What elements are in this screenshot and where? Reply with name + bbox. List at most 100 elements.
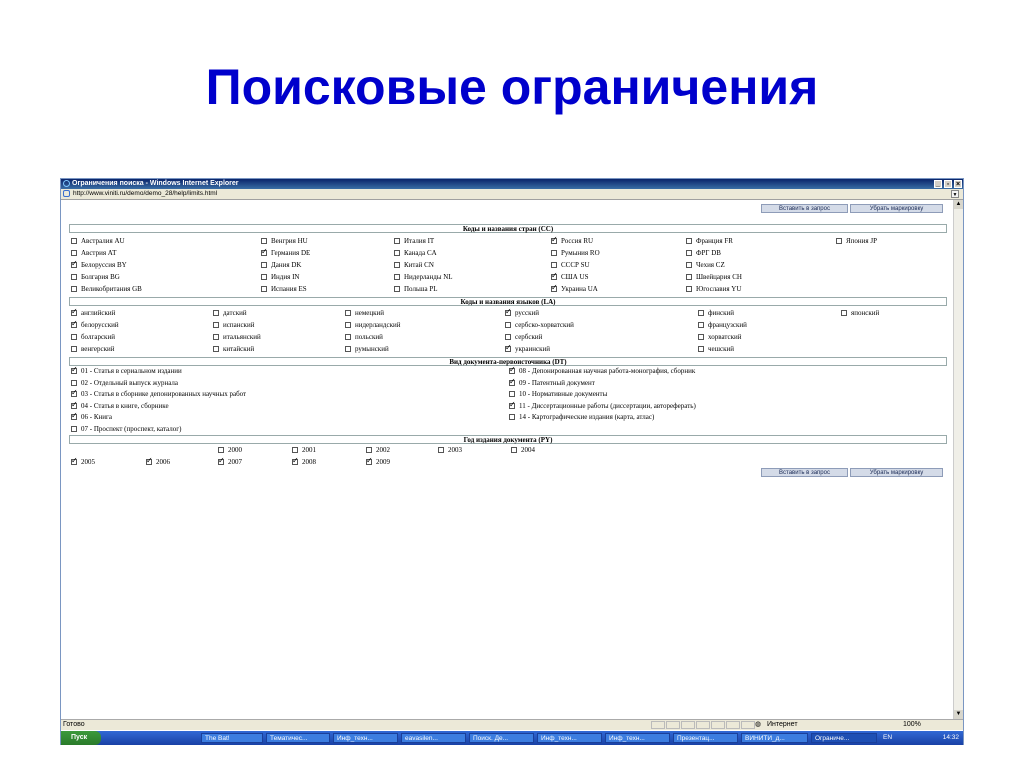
checkbox-unchecked-icon[interactable] bbox=[261, 274, 267, 280]
countries-option[interactable]: США US bbox=[551, 271, 588, 282]
checkbox-unchecked-icon[interactable] bbox=[686, 238, 692, 244]
checkbox-unchecked-icon[interactable] bbox=[551, 262, 557, 268]
url-text[interactable]: http://www.viniti.ru/demo/demo_28/help/l… bbox=[73, 190, 217, 197]
languages-option[interactable]: украинский bbox=[505, 343, 550, 354]
lang-indicator[interactable]: EN bbox=[883, 731, 892, 745]
checkbox-checked-icon[interactable] bbox=[71, 388, 78, 397]
doctypes-option[interactable]: 14 - Картографические издания (карта, ат… bbox=[509, 413, 654, 422]
doctypes-option[interactable]: 01 - Статья в сериальном издании bbox=[71, 365, 182, 376]
years-option[interactable]: 2001 bbox=[292, 446, 316, 455]
countries-option[interactable]: Швейцария CH bbox=[686, 273, 742, 282]
checkbox-checked-icon[interactable] bbox=[551, 235, 558, 244]
checkbox-unchecked-icon[interactable] bbox=[218, 447, 224, 453]
insert-query-button[interactable]: Вставить в запрос bbox=[761, 468, 848, 477]
clear-marks-button[interactable]: Убрать маркировку bbox=[850, 468, 943, 477]
checkbox-checked-icon[interactable] bbox=[71, 307, 78, 316]
years-option[interactable]: 2009 bbox=[366, 456, 390, 467]
checkbox-checked-icon[interactable] bbox=[509, 365, 516, 374]
languages-option[interactable]: итальянский bbox=[213, 333, 261, 342]
checkbox-unchecked-icon[interactable] bbox=[261, 286, 267, 292]
vertical-scrollbar[interactable]: ▲ ▼ bbox=[953, 200, 963, 719]
checkbox-unchecked-icon[interactable] bbox=[511, 447, 517, 453]
checkbox-unchecked-icon[interactable] bbox=[394, 262, 400, 268]
taskbar-task[interactable]: Поиск. Де... bbox=[469, 733, 534, 743]
countries-option[interactable]: Великобритания GB bbox=[71, 285, 142, 294]
checkbox-unchecked-icon[interactable] bbox=[345, 322, 351, 328]
doctypes-option[interactable]: 08 - Депонированная научная работа-моног… bbox=[509, 365, 695, 376]
checkbox-unchecked-icon[interactable] bbox=[394, 274, 400, 280]
checkbox-unchecked-icon[interactable] bbox=[71, 334, 77, 340]
countries-option[interactable]: Чехия CZ bbox=[686, 261, 725, 270]
countries-option[interactable]: Белоруссия BY bbox=[71, 259, 127, 270]
checkbox-checked-icon[interactable] bbox=[509, 400, 516, 409]
languages-option[interactable]: французский bbox=[698, 321, 747, 330]
checkbox-unchecked-icon[interactable] bbox=[686, 286, 692, 292]
zoom-level[interactable]: 100% bbox=[903, 720, 921, 730]
checkbox-unchecked-icon[interactable] bbox=[438, 447, 444, 453]
checkbox-unchecked-icon[interactable] bbox=[836, 238, 842, 244]
checkbox-unchecked-icon[interactable] bbox=[71, 286, 77, 292]
checkbox-unchecked-icon[interactable] bbox=[213, 322, 219, 328]
years-option[interactable]: 2005 bbox=[71, 456, 95, 467]
checkbox-checked-icon[interactable] bbox=[71, 400, 78, 409]
taskbar-task[interactable]: Инф_техн... bbox=[333, 733, 398, 743]
taskbar-task[interactable]: Тематичес... bbox=[266, 733, 330, 743]
countries-option[interactable]: Япония JP bbox=[836, 237, 877, 246]
countries-option[interactable]: Индия IN bbox=[261, 273, 299, 282]
years-option[interactable]: 2006 bbox=[146, 456, 170, 467]
languages-option[interactable]: хорватский bbox=[698, 333, 742, 342]
countries-option[interactable]: Россия RU bbox=[551, 235, 593, 246]
doctypes-option[interactable]: 02 - Отдельный выпуск журнала bbox=[71, 379, 178, 388]
years-option[interactable]: 2003 bbox=[438, 446, 462, 455]
languages-option[interactable]: датский bbox=[213, 309, 247, 318]
checkbox-checked-icon[interactable] bbox=[71, 319, 78, 328]
checkbox-checked-icon[interactable] bbox=[551, 271, 558, 280]
checkbox-unchecked-icon[interactable] bbox=[71, 425, 77, 432]
countries-option[interactable]: Австрия AT bbox=[71, 249, 116, 258]
checkbox-checked-icon[interactable] bbox=[71, 259, 78, 268]
countries-option[interactable]: ФРГ DB bbox=[686, 249, 721, 258]
countries-option[interactable]: Дания DK bbox=[261, 261, 301, 270]
checkbox-unchecked-icon[interactable] bbox=[261, 262, 267, 268]
checkbox-unchecked-icon[interactable] bbox=[345, 310, 351, 316]
countries-option[interactable]: Венгрия HU bbox=[261, 237, 308, 246]
countries-option[interactable]: Канада CA bbox=[394, 249, 437, 258]
checkbox-checked-icon[interactable] bbox=[292, 456, 299, 465]
languages-option[interactable]: испанский bbox=[213, 321, 254, 330]
window-titlebar[interactable]: Ограничения поиска - Windows Internet Ex… bbox=[61, 179, 963, 189]
checkbox-unchecked-icon[interactable] bbox=[394, 238, 400, 244]
countries-option[interactable]: Польша PL bbox=[394, 285, 438, 294]
checkbox-checked-icon[interactable] bbox=[505, 343, 512, 352]
doctypes-option[interactable]: 11 - Диссертационные работы (диссертации… bbox=[509, 400, 696, 411]
doctypes-option[interactable]: 03 - Статья в сборнике депонированных на… bbox=[71, 388, 246, 399]
languages-option[interactable]: немецкий bbox=[345, 309, 384, 318]
languages-option[interactable]: финский bbox=[698, 309, 734, 318]
checkbox-checked-icon[interactable] bbox=[71, 365, 78, 374]
taskbar-task[interactable]: Инф_техн... bbox=[537, 733, 602, 743]
checkbox-unchecked-icon[interactable] bbox=[509, 414, 515, 420]
checkbox-unchecked-icon[interactable] bbox=[345, 334, 351, 340]
countries-option[interactable]: Франция FR bbox=[686, 237, 733, 246]
checkbox-unchecked-icon[interactable] bbox=[213, 346, 219, 352]
years-option[interactable]: 2008 bbox=[292, 456, 316, 467]
checkbox-checked-icon[interactable] bbox=[366, 456, 373, 465]
checkbox-checked-icon[interactable] bbox=[509, 377, 516, 386]
languages-option[interactable]: английский bbox=[71, 307, 115, 318]
chevron-down-icon[interactable]: ▼ bbox=[951, 190, 959, 198]
taskbar-task[interactable]: ВИНИТИ_д... bbox=[741, 733, 808, 743]
checkbox-unchecked-icon[interactable] bbox=[345, 346, 351, 352]
start-button[interactable]: Пуск bbox=[61, 731, 101, 745]
languages-option[interactable]: белорусский bbox=[71, 319, 119, 330]
languages-option[interactable]: чешский bbox=[698, 345, 734, 354]
maximize-icon[interactable]: ▫ bbox=[944, 180, 952, 188]
checkbox-unchecked-icon[interactable] bbox=[213, 334, 219, 340]
checkbox-unchecked-icon[interactable] bbox=[841, 310, 847, 316]
clear-marks-button[interactable]: Убрать маркировку bbox=[850, 204, 943, 213]
checkbox-unchecked-icon[interactable] bbox=[698, 346, 704, 352]
doctypes-option[interactable]: 04 - Статья в книге, сборнике bbox=[71, 400, 169, 411]
checkbox-unchecked-icon[interactable] bbox=[698, 310, 704, 316]
checkbox-checked-icon[interactable] bbox=[261, 247, 268, 256]
countries-option[interactable]: Югославия YU bbox=[686, 285, 741, 294]
doctypes-option[interactable]: 10 - Нормативные документы bbox=[509, 390, 607, 399]
scroll-down-icon[interactable]: ▼ bbox=[954, 710, 963, 719]
